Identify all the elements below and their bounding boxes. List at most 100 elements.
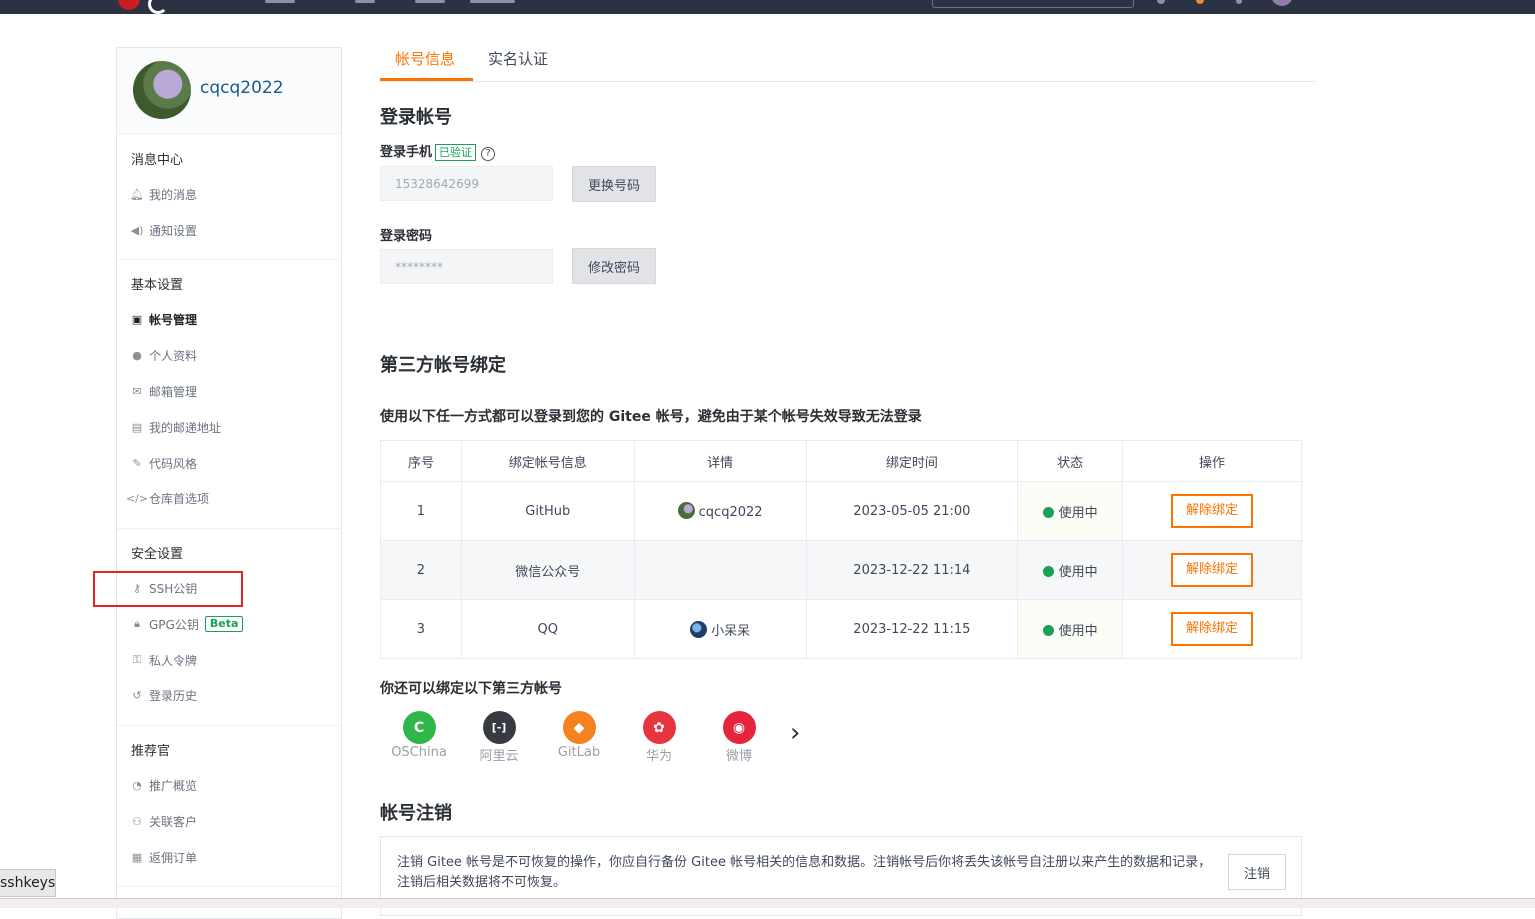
user-link-icon: ⚇ — [132, 814, 142, 828]
sidebar-item-label: 返佣订单 — [149, 850, 198, 865]
sidebar-item-tokens[interactable]: ⚿ 私人令牌 — [130, 651, 197, 669]
brush-icon: ✎ — [132, 456, 142, 470]
more-bindings-title: 你还可以绑定以下第三方帐号 — [380, 681, 562, 697]
account-detail: cqcq2022 — [633, 481, 807, 541]
sidebar-item-code-style[interactable]: ✎ 代码风格 — [130, 454, 197, 472]
section-title-messages: 消息中心 — [131, 153, 184, 168]
profile-card: cqcq2022 — [117, 48, 341, 134]
sidebar-item-profile[interactable]: ● 个人资料 — [130, 346, 197, 364]
unbind-button[interactable]: 解除绑定 — [1171, 553, 1254, 587]
aliyun-icon: [-] — [482, 711, 516, 744]
unbind-button[interactable]: 解除绑定 — [1171, 494, 1254, 528]
login-section-title: 登录帐号 — [380, 107, 452, 128]
order-icon: ▦ — [131, 850, 143, 864]
notification-icon[interactable] — [1196, 0, 1204, 4]
divider — [117, 528, 341, 529]
username-link[interactable]: cqcq2022 — [200, 78, 284, 98]
status-cell: 使用中 — [1017, 540, 1124, 600]
sidebar-item-label: 我的邮递地址 — [149, 420, 222, 435]
search-input[interactable] — [932, 0, 1134, 8]
sidebar-item-label: 邮箱管理 — [149, 384, 198, 399]
sidebar-item-orders[interactable]: ▦ 返佣订单 — [130, 848, 197, 866]
password-label: 登录密码 — [380, 229, 433, 244]
bound-account: QQ — [460, 599, 635, 659]
id-card-icon: ▣ — [131, 312, 143, 326]
sidebar-item-label: 仓库首选项 — [149, 491, 210, 506]
oauth-huawei[interactable]: ✿ 华为 — [619, 711, 699, 764]
ssh-key-highlight-box — [93, 571, 243, 607]
active-tab-indicator — [380, 78, 473, 81]
oauth-oschina[interactable]: C OSChina — [379, 711, 459, 760]
sidebar-item-repo-preferences[interactable]: </> 仓库首选项 — [125, 489, 210, 507]
column-header: 操作 — [1122, 440, 1302, 482]
section-title-referral: 推荐官 — [131, 744, 171, 759]
cancel-warning-text: 注销 Gitee 帐号是不可恢复的操作，你应自行备份 Gitee 帐号相关的信息… — [397, 855, 1212, 890]
user-icon: ● — [132, 348, 142, 362]
status-badge: 使用中 — [1058, 564, 1098, 580]
lock-icon: 🔒︎ — [134, 617, 140, 630]
top-navbar — [0, 0, 1535, 14]
weibo-icon: ◉ — [722, 711, 756, 744]
tab-real-name[interactable]: 实名认证 — [488, 48, 548, 81]
provider-name: 华为 — [645, 749, 672, 764]
tab-account-info[interactable]: 帐号信息 — [395, 48, 455, 81]
cancel-account-button[interactable]: 注销 — [1228, 854, 1286, 890]
code-icon: </> — [125, 491, 149, 505]
token-icon: ⚿ — [132, 653, 142, 666]
nav-link[interactable] — [355, 0, 375, 3]
status-badge: 使用中 — [1058, 623, 1098, 639]
user-avatar-menu[interactable] — [1271, 0, 1293, 6]
column-header: 绑定时间 — [805, 440, 1019, 482]
sidebar-item-email[interactable]: ✉ 邮箱管理 — [130, 382, 197, 400]
settings-sidebar: cqcq2022 消息中心 🔔︎ 我的消息 ◀) 通知设置 基本设置 ▣ 帐号管… — [116, 47, 342, 919]
message-icon[interactable] — [1236, 0, 1242, 4]
action-cell: 解除绑定 — [1122, 540, 1302, 600]
sidebar-item-notification-settings[interactable]: ◀) 通知设置 — [130, 221, 197, 239]
sidebar-item-label: 代码风格 — [149, 456, 198, 471]
gitee-logo[interactable] — [118, 0, 140, 10]
sidebar-item-label: 通知设置 — [149, 223, 198, 238]
sidebar-item-customers[interactable]: ⚇ 关联客户 — [130, 812, 197, 830]
sidebar-item-label: 帐号管理 — [149, 312, 198, 327]
detail-name: 小呆呆 — [711, 623, 751, 639]
row-number: 1 — [380, 481, 462, 541]
status-dot-icon — [1042, 565, 1054, 577]
sidebar-item-login-history[interactable]: ↺ 登录历史 — [130, 686, 197, 704]
avatar — [690, 620, 708, 638]
nav-link[interactable] — [265, 0, 295, 3]
chevron-right-icon[interactable]: › — [790, 718, 800, 748]
action-cell: 解除绑定 — [1122, 599, 1302, 659]
help-icon[interactable]: ? — [481, 147, 496, 161]
detail-name: cqcq2022 — [698, 505, 763, 520]
plus-icon[interactable] — [1157, 0, 1165, 4]
oschina-icon: C — [402, 711, 436, 744]
sidebar-item-gpg-keys[interactable]: 🔒︎ GPG公钥 Beta — [130, 615, 244, 633]
oauth-gitlab[interactable]: ◆ GitLab — [539, 711, 619, 760]
bind-time: 2023-12-22 11:14 — [805, 540, 1019, 600]
oauth-aliyun[interactable]: [-] 阿里云 — [459, 711, 539, 764]
change-phone-button[interactable]: 更换号码 — [572, 166, 656, 202]
sidebar-item-address[interactable]: ▤ 我的邮递地址 — [130, 418, 221, 436]
bound-account: 微信公众号 — [460, 540, 635, 600]
password-field: ******** — [380, 249, 553, 284]
table-row: 1 GitHub cqcq2022 2023-05-05 21:00 使用中 解… — [380, 481, 1302, 541]
sidebar-item-my-messages[interactable]: 🔔︎ 我的消息 — [130, 185, 197, 203]
divider — [117, 259, 341, 260]
column-header: 状态 — [1017, 440, 1124, 482]
sidebar-item-label: GPG公钥 — [149, 617, 199, 632]
sidebar-item-account[interactable]: ▣ 帐号管理 — [130, 310, 197, 328]
nav-link[interactable] — [470, 0, 515, 3]
status-badge: 使用中 — [1058, 505, 1098, 521]
change-password-button[interactable]: 修改密码 — [572, 248, 656, 284]
bind-time: 2023-12-22 11:15 — [805, 599, 1019, 659]
provider-name: OSChina — [391, 745, 447, 760]
sidebar-item-promotion[interactable]: ◔ 推广概览 — [130, 776, 197, 794]
avatar[interactable] — [133, 61, 191, 119]
oauth-weibo[interactable]: ◉ 微博 — [699, 711, 779, 764]
table-row: 3 QQ 小呆呆 2023-12-22 11:15 使用中 解除绑定 — [380, 599, 1302, 659]
nav-link[interactable] — [415, 0, 445, 3]
status-cell: 使用中 — [1017, 599, 1124, 659]
beta-badge: Beta — [204, 616, 244, 632]
sidebar-item-label: 个人资料 — [149, 348, 198, 363]
unbind-button[interactable]: 解除绑定 — [1171, 612, 1254, 646]
